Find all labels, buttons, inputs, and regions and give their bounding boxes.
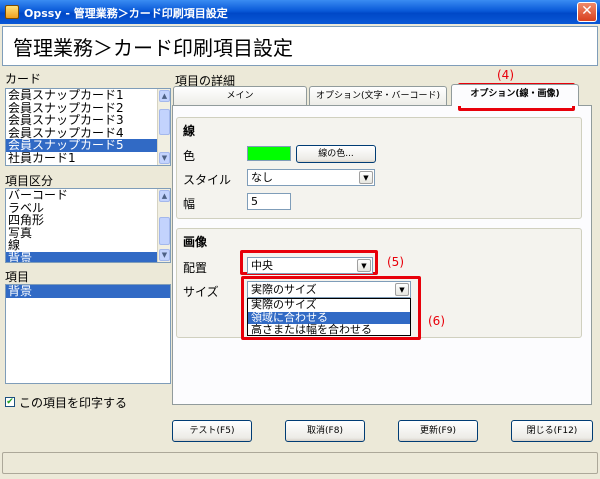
line-style-value: なし — [251, 171, 273, 184]
annotation-4: (4) — [497, 68, 514, 82]
dropdown-arrow-icon[interactable]: ▼ — [357, 259, 371, 272]
size-dropdown-list[interactable]: 実際のサイズ 領域に合わせる 高さまたは幅を合わせる — [247, 298, 411, 336]
cancel-button[interactable]: 取消(F8) — [285, 420, 365, 442]
size-option[interactable]: 実際のサイズ — [248, 298, 410, 312]
app-icon — [5, 5, 19, 19]
line-color-label: 色 — [183, 149, 196, 163]
item-list-item[interactable]: 背景 — [6, 285, 170, 298]
category-scrollbar[interactable]: ▲ ▼ — [157, 189, 170, 262]
print-checkbox[interactable]: ✔ — [5, 397, 15, 407]
check-icon: ✔ — [6, 397, 14, 407]
close-window-button[interactable]: ✕ — [577, 2, 597, 22]
annotation-6: (6) — [428, 314, 445, 328]
card-list-item[interactable]: 会員スナップカード1 — [6, 89, 170, 102]
card-list-item[interactable]: 会員スナップカード3 — [6, 114, 170, 127]
scroll-up-icon[interactable]: ▲ — [159, 90, 170, 102]
category-list-item[interactable]: 背景 — [6, 251, 170, 262]
card-list: 会員スナップカード1 会員スナップカード2 会員スナップカード3 会員スナップカード4… — [6, 89, 170, 164]
print-checkbox-label[interactable]: この項目を印字する — [19, 394, 127, 411]
category-list-item[interactable]: 線 — [6, 239, 170, 252]
line-group — [176, 117, 582, 219]
line-group-title: 線 — [183, 124, 196, 138]
placement-select[interactable]: 中央 ▼ — [247, 257, 373, 274]
close-button[interactable]: 閉じる(F12) — [511, 420, 593, 442]
tab-option-line-image[interactable]: オプション(線・画像) — [451, 84, 579, 106]
test-button[interactable]: テスト(F5) — [172, 420, 252, 442]
line-style-label: スタイル — [183, 173, 232, 187]
update-button[interactable]: 更新(F9) — [398, 420, 478, 442]
scroll-down-icon[interactable]: ▼ — [159, 152, 170, 164]
category-list: バーコード ラベル 四角形 写真線背景 — [6, 189, 170, 262]
tab-main[interactable]: メイン — [173, 86, 307, 106]
item-list: 背景 — [6, 285, 170, 298]
placement-value: 中央 — [251, 259, 273, 272]
dropdown-arrow-icon[interactable]: ▼ — [395, 283, 409, 296]
category-list-item[interactable]: 四角形 — [6, 214, 170, 227]
category-list-item[interactable]: 写真 — [6, 227, 170, 240]
category-list-item[interactable]: バーコード — [6, 189, 170, 202]
size-option[interactable]: 高さまたは幅を合わせる — [248, 323, 410, 337]
size-label: サイズ — [183, 285, 219, 299]
card-list-item[interactable]: 会員スナップカード4 — [6, 127, 170, 140]
title-bar[interactable]: Opssy - 管理業務＞カード印刷項目設定 ✕ — [0, 0, 600, 24]
line-width-label: 幅 — [183, 197, 196, 211]
line-color-swatch — [247, 146, 291, 161]
scroll-down-icon[interactable]: ▼ — [159, 249, 170, 261]
status-bar — [2, 452, 598, 474]
scroll-thumb[interactable] — [159, 109, 170, 135]
card-label: カード — [5, 72, 42, 86]
card-list-item[interactable]: 会員スナップカード2 — [6, 102, 170, 115]
dropdown-arrow-icon[interactable]: ▼ — [359, 171, 373, 184]
card-list-item[interactable]: 社員カード1 — [6, 152, 170, 165]
line-width-input[interactable]: 5 — [247, 193, 291, 210]
tab-option-text-barcode[interactable]: オプション(文字・バーコード) — [309, 86, 447, 106]
page-title: 管理業務＞カード印刷項目設定 — [13, 36, 293, 60]
header-panel: 管理業務＞カード印刷項目設定 — [2, 26, 598, 66]
category-label: 項目区分 — [5, 174, 54, 188]
window-title: Opssy - 管理業務＞カード印刷項目設定 — [24, 7, 228, 20]
size-select[interactable]: 実際のサイズ ▼ — [247, 281, 411, 298]
card-listbox[interactable]: 会員スナップカード1 会員スナップカード2 会員スナップカード3 会員スナップカード4… — [5, 88, 171, 166]
image-group-title: 画像 — [183, 235, 208, 249]
scroll-up-icon[interactable]: ▲ — [159, 190, 170, 202]
size-value: 実際のサイズ — [251, 283, 317, 296]
scroll-thumb[interactable] — [159, 217, 170, 245]
card-scrollbar[interactable]: ▲ ▼ — [157, 89, 170, 165]
placement-label: 配置 — [183, 261, 208, 275]
line-style-select[interactable]: なし ▼ — [247, 169, 375, 186]
annotation-5: (5) — [387, 255, 404, 269]
category-listbox[interactable]: バーコード ラベル 四角形 写真線背景 ▲ ▼ — [5, 188, 171, 263]
line-color-button[interactable]: 線の色... — [296, 145, 376, 163]
item-label: 項目 — [5, 270, 30, 284]
category-list-item[interactable]: ラベル — [6, 202, 170, 215]
item-listbox[interactable]: 背景 — [5, 284, 171, 384]
card-list-item[interactable]: 会員スナップカード5 — [6, 139, 170, 152]
